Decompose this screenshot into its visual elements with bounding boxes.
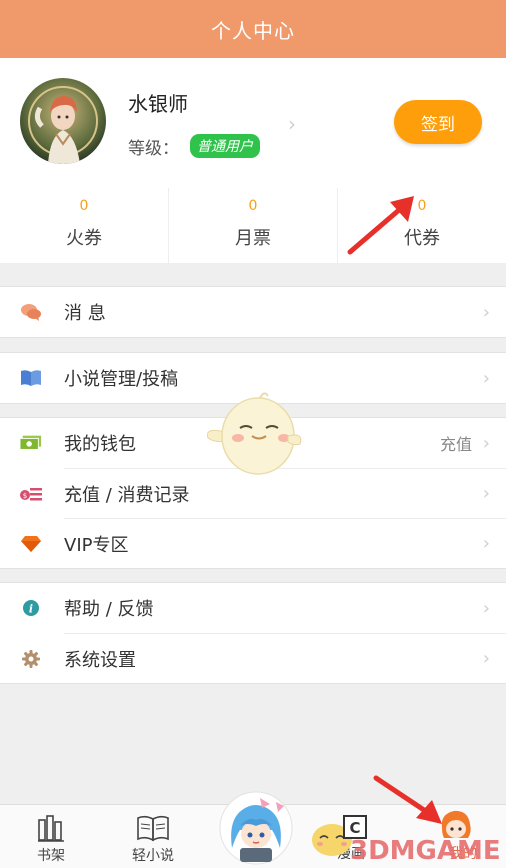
menu-item-settings[interactable]: 系统设置 › xyxy=(22,633,506,683)
chevron-right-icon: › xyxy=(482,533,490,554)
tab-label: 书架 xyxy=(37,848,65,864)
recharge-link[interactable]: 充值 xyxy=(440,431,472,455)
chevron-right-icon[interactable]: › xyxy=(288,112,296,136)
chick-mascot-icon xyxy=(206,392,302,475)
open-book-icon xyxy=(20,368,42,388)
app-header: 个人中心 xyxy=(0,0,506,58)
menu-item-label: 消 息 xyxy=(64,303,106,324)
username: 水银师 xyxy=(128,92,188,116)
cash-icon xyxy=(20,433,42,453)
gear-icon xyxy=(20,649,42,669)
tab-label: 轻小说 xyxy=(132,848,174,864)
info-icon: i xyxy=(20,598,42,618)
svg-text:C: C xyxy=(349,819,360,837)
tab-light-novel[interactable]: 轻小说 xyxy=(108,805,198,868)
menu-item-vip[interactable]: VIP专区 › xyxy=(21,518,506,568)
menu-item-label: 系统设置 xyxy=(64,649,136,671)
avatar[interactable] xyxy=(20,78,106,164)
stats-row: 0 火券 0 月票 0 代券 xyxy=(0,188,506,263)
chevron-right-icon: › xyxy=(482,648,490,669)
menu-item-label: 我的钱包 xyxy=(64,434,136,455)
svg-text:$: $ xyxy=(23,492,27,500)
bookshelf-icon xyxy=(38,813,64,843)
chevron-right-icon: › xyxy=(482,367,490,389)
page-title: 个人中心 xyxy=(211,18,295,43)
signin-button[interactable]: 签到 xyxy=(394,100,482,144)
chat-bubble-icon xyxy=(20,302,42,322)
menu-item-label: VIP专区 xyxy=(64,534,129,556)
stat-label: 代券 xyxy=(404,228,440,249)
menu-group-help: i 帮助 / 反馈 › 系统设置 › xyxy=(0,582,506,684)
level-label: 等级： xyxy=(128,139,179,159)
svg-text:i: i xyxy=(29,603,33,616)
menu-item-messages[interactable]: 消 息 › xyxy=(0,287,506,337)
stat-value: 0 xyxy=(417,198,427,214)
stat-label: 火券 xyxy=(66,228,102,249)
stat-value: 0 xyxy=(79,198,89,214)
stat-label: 月票 xyxy=(235,228,271,249)
chevron-right-icon: › xyxy=(482,483,490,504)
menu-group-messages: 消 息 › xyxy=(0,286,506,338)
profile-card[interactable]: 水银师 等级： 普通用户 › 签到 0 火券 0 月票 0 代券 xyxy=(0,58,506,263)
mascot-girl-icon[interactable] xyxy=(218,790,294,866)
level-badge: 普通用户 xyxy=(190,134,260,158)
stat-huoquan[interactable]: 0 火券 xyxy=(0,188,169,263)
diamond-icon xyxy=(20,534,42,554)
watermark: 3DMGAME xyxy=(350,836,501,866)
stat-yuepiao[interactable]: 0 月票 xyxy=(169,188,338,263)
open-book-icon xyxy=(136,813,170,843)
tab-bookshelf[interactable]: 书架 xyxy=(6,805,96,868)
menu-item-label: 帮助 / 反馈 xyxy=(64,599,154,620)
annotation-arrow-icon xyxy=(373,775,442,824)
chevron-right-icon: › xyxy=(482,597,490,619)
stat-daiquan[interactable]: 0 代券 xyxy=(338,188,506,263)
menu-item-label: 小说管理/投稿 xyxy=(64,369,179,390)
menu-item-label: 充值 / 消费记录 xyxy=(64,484,190,506)
chevron-right-icon: › xyxy=(482,301,490,323)
stat-value: 0 xyxy=(248,198,258,214)
menu-item-help[interactable]: i 帮助 / 反馈 › xyxy=(0,583,506,633)
coin-list-icon: $ xyxy=(20,484,42,504)
chevron-right-icon: › xyxy=(482,432,490,454)
